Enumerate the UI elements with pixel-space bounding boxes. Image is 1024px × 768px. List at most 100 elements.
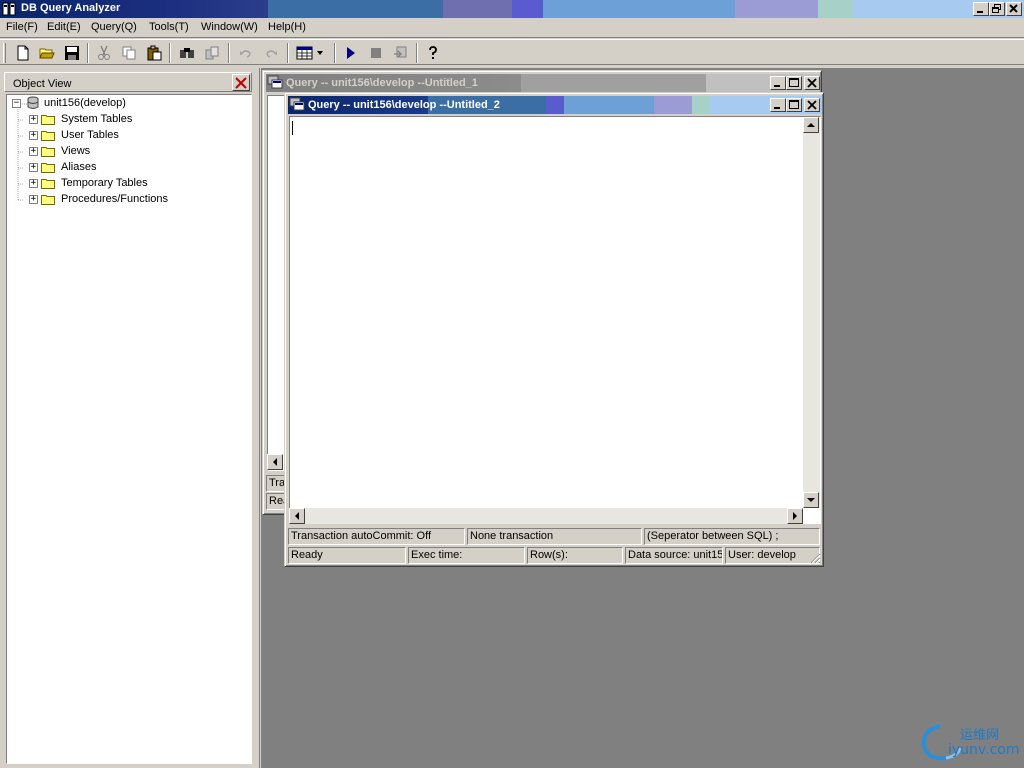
close-icon: [1009, 4, 1018, 13]
new-file-button[interactable]: [13, 43, 33, 63]
undo-icon: [240, 50, 251, 58]
status-transaction: None transaction: [467, 528, 642, 545]
menu-tools[interactable]: Tools(T): [149, 21, 189, 33]
expand-icon[interactable]: +: [29, 178, 38, 188]
maximize-icon: [789, 78, 799, 87]
menu-help[interactable]: Help(H): [268, 21, 306, 33]
cut-icon: [98, 45, 110, 60]
query-window-1-title-bar[interactable]: Query -- unit156\develop --Untitled_1: [266, 74, 820, 92]
folder-icon: [41, 178, 55, 189]
query-window-1-minimize-button[interactable]: [770, 76, 786, 90]
menu-query[interactable]: Query(Q): [91, 21, 137, 33]
arrow-down-icon: [807, 498, 815, 502]
menu-bar: File(F) Edit(E) Query(Q) Tools(T) Window…: [0, 18, 1024, 38]
tree-node-aliases[interactable]: + Aliases: [29, 159, 96, 175]
save-button[interactable]: [62, 43, 82, 63]
tree-node-user-tables[interactable]: + User Tables: [29, 127, 119, 143]
sql-editor[interactable]: [289, 116, 821, 524]
editor-horizontal-scrollbar[interactable]: [289, 508, 803, 524]
resize-grip-icon[interactable]: [809, 552, 821, 564]
expand-icon[interactable]: +: [29, 194, 38, 204]
help-button[interactable]: [423, 43, 443, 63]
menu-edit[interactable]: Edit(E): [47, 21, 81, 33]
minimize-button[interactable]: [973, 2, 989, 16]
close-icon: [807, 100, 817, 110]
watermark-logo: 运维网 iyunv.com: [918, 718, 1022, 764]
expand-icon[interactable]: +: [29, 114, 38, 124]
app-icon: [2, 2, 16, 16]
undo-button[interactable]: [236, 43, 256, 63]
expand-icon[interactable]: +: [29, 162, 38, 172]
paste-button[interactable]: [144, 43, 164, 63]
scroll-up-button[interactable]: [803, 117, 819, 133]
scroll-left-button[interactable]: [289, 508, 305, 524]
tree-node-procedures-functions[interactable]: + Procedures/Functions: [29, 191, 168, 207]
open-folder-icon: [39, 48, 55, 59]
tree-root[interactable]: − unit156(develop): [12, 95, 126, 111]
redo-icon: [266, 50, 277, 58]
cut-button[interactable]: [94, 43, 114, 63]
results-grid-icon: [296, 46, 323, 60]
text-cursor: [292, 121, 293, 135]
status-data-source: Data source: unit156: [625, 547, 723, 564]
tree-node-temporary-tables[interactable]: + Temporary Tables: [29, 175, 148, 191]
query-window-1-maximize-button[interactable]: [786, 76, 802, 90]
replace-button[interactable]: [202, 43, 222, 63]
tree-node-system-tables[interactable]: + System Tables: [29, 111, 132, 127]
query-window-untitled-2[interactable]: Query -- unit156\develop --Untitled_2 Tr…: [284, 92, 824, 567]
tree-root-label: unit156(develop): [44, 97, 126, 109]
execute-button[interactable]: [341, 43, 361, 63]
watermark-text-cn: 运维网: [960, 728, 1000, 743]
object-view-title: Object View: [13, 78, 72, 90]
query-window-2-title-bar[interactable]: Query -- unit156\develop --Untitled_2: [288, 96, 822, 114]
tree-node-label: Procedures/Functions: [61, 193, 168, 205]
find-button[interactable]: [177, 43, 197, 63]
folder-icon: [41, 114, 55, 125]
minimize-icon: [774, 107, 780, 109]
help-icon: [429, 46, 437, 59]
query-window-2-close-button[interactable]: [804, 98, 820, 112]
toolbar-separator: [87, 43, 89, 63]
menu-window[interactable]: Window(W): [201, 21, 258, 33]
menu-file[interactable]: File(F): [6, 21, 38, 33]
collapse-icon[interactable]: −: [12, 98, 21, 108]
close-button[interactable]: [1006, 2, 1022, 16]
copy-button[interactable]: [119, 43, 139, 63]
query-window-1-close-button[interactable]: [804, 76, 820, 90]
query-window-2-maximize-button[interactable]: [786, 98, 802, 112]
expand-icon[interactable]: +: [29, 130, 38, 140]
scroll-right-button[interactable]: [787, 508, 803, 524]
editor-vertical-scrollbar[interactable]: [803, 117, 820, 508]
close-icon: [807, 78, 817, 88]
status-autocommit: Transaction autoCommit: Off: [288, 528, 465, 545]
tree-node-views[interactable]: + Views: [29, 143, 90, 159]
query-window-1-title: Query -- unit156\develop --Untitled_1: [286, 77, 478, 89]
restore-button[interactable]: [989, 2, 1005, 16]
scroll-down-button[interactable]: [803, 492, 819, 508]
status-user: User: develop: [725, 547, 820, 564]
minimize-icon: [774, 85, 780, 87]
toolbar-grip[interactable]: [3, 43, 6, 63]
execute-icon: [347, 47, 355, 59]
maximize-icon: [789, 100, 799, 109]
redo-button[interactable]: [261, 43, 281, 63]
stop-button[interactable]: [366, 43, 386, 63]
object-tree[interactable]: − unit156(develop) + System Tables + Use…: [6, 94, 252, 764]
panel-splitter[interactable]: [254, 68, 260, 768]
open-button[interactable]: [37, 43, 57, 63]
results-grid-button[interactable]: [295, 43, 327, 63]
parse-button[interactable]: [391, 43, 411, 63]
toolbar-separator: [416, 43, 418, 63]
arrow-left-icon: [295, 512, 299, 520]
expand-icon[interactable]: +: [29, 146, 38, 156]
query-window-2-minimize-button[interactable]: [770, 98, 786, 112]
arrow-up-icon: [807, 123, 815, 127]
tree-node-label: System Tables: [61, 113, 133, 125]
query-window-1-scroll-left[interactable]: [267, 454, 283, 470]
object-view-panel: Object View − unit156(develop) + System …: [2, 70, 254, 766]
new-file-icon: [17, 45, 29, 61]
toolbar-separator: [228, 43, 230, 63]
folder-icon: [41, 130, 55, 141]
object-view-close-button[interactable]: [232, 74, 250, 91]
copy-icon: [122, 46, 136, 60]
